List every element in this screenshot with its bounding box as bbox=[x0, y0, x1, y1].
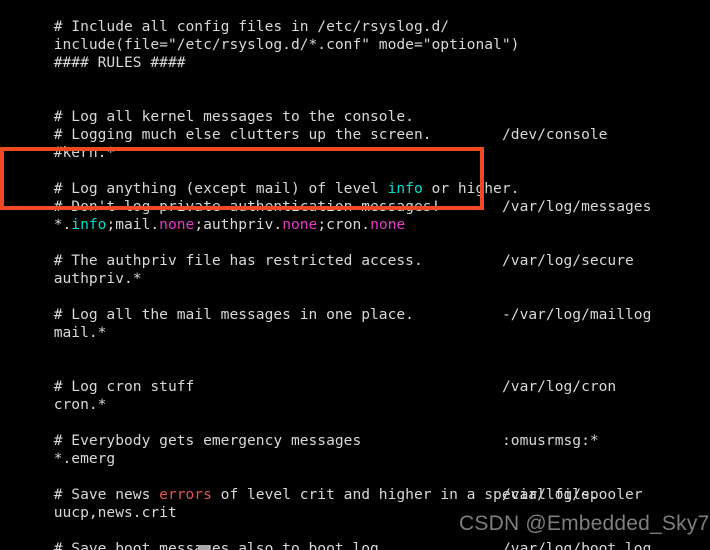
code-line: # Log cron stuff bbox=[0, 360, 710, 395]
destination-path: -/var/log/maillog bbox=[502, 306, 652, 323]
code-line-comment-info: # Log anything (except mail) of level in… bbox=[0, 162, 710, 197]
code-line: include(file="/etc/rsyslog.d/*.conf" mod… bbox=[0, 18, 710, 53]
keyword-none: none bbox=[159, 216, 195, 233]
code-line: # Include all config files in /etc/rsysl… bbox=[0, 0, 710, 35]
code-line-messages-rule: *.info;mail.none;authpriv.none;cron.none… bbox=[0, 198, 710, 233]
code-line: # Everybody gets emergency messages bbox=[0, 414, 710, 449]
terminal-screen: # Include all config files in /etc/rsysl… bbox=[0, 0, 710, 550]
code-line: # Log all the mail messages in one place… bbox=[0, 288, 710, 323]
destination-path: /var/log/cron bbox=[502, 378, 617, 395]
keyword-info: info bbox=[71, 216, 107, 233]
code-text: ;mail. bbox=[106, 216, 160, 233]
code-text: ;cron. bbox=[317, 216, 371, 233]
code-line: # Don't log private authentication messa… bbox=[0, 180, 710, 215]
code-line-comment-errors: # Save news errors of level crit and hig… bbox=[0, 468, 710, 503]
code-line-local7: local7.* /var/log/boot.log bbox=[0, 540, 710, 550]
code-line: # The authpriv file has restricted acces… bbox=[0, 234, 710, 269]
destination-path: /var/log/messages bbox=[502, 198, 652, 215]
code-text: *. bbox=[53, 216, 72, 233]
keyword-none: none bbox=[282, 216, 318, 233]
code-text: ;authpriv. bbox=[194, 216, 283, 233]
code-line-uucp: uucp,news.crit /var/log/spooler bbox=[0, 486, 710, 521]
code-line-authpriv: authpriv.* /var/log/secure bbox=[0, 252, 710, 287]
selector-text: mail.* bbox=[53, 324, 107, 341]
destination-path: /dev/console bbox=[502, 126, 608, 143]
destination-path: :omusrmsg:* bbox=[502, 432, 599, 449]
selector-text: cron.* bbox=[53, 396, 107, 413]
destination-path: /var/log/boot.log bbox=[502, 540, 652, 550]
code-line: #### RULES #### bbox=[0, 36, 710, 71]
code-line: # Save boot messages also to boot.log bbox=[0, 522, 710, 550]
selector-text: authpriv.* bbox=[53, 270, 142, 287]
selector-text: uucp,news.crit bbox=[53, 504, 177, 521]
code-line: # Log all kernel messages to the console… bbox=[0, 90, 710, 125]
selector-text: #kern.* bbox=[53, 144, 116, 161]
destination-path: /var/log/spooler bbox=[502, 486, 643, 503]
code-line: # Logging much else clutters up the scre… bbox=[0, 108, 710, 143]
config-file-content[interactable]: # Include all config files in /etc/rsysl… bbox=[0, 0, 710, 550]
destination-path: /var/log/secure bbox=[502, 252, 634, 269]
terminal-cursor bbox=[198, 545, 209, 550]
keyword-none: none bbox=[370, 216, 406, 233]
selector-text: *.emerg bbox=[53, 450, 116, 467]
code-line-emerg: *.emerg :omusrmsg:* bbox=[0, 432, 710, 467]
code-line-kern: #kern.* /dev/console bbox=[0, 126, 710, 161]
code-text: #### RULES #### bbox=[53, 54, 186, 71]
code-line-cron: cron.* /var/log/cron bbox=[0, 378, 710, 413]
code-line-mail: mail.* -/var/log/maillog bbox=[0, 306, 710, 341]
